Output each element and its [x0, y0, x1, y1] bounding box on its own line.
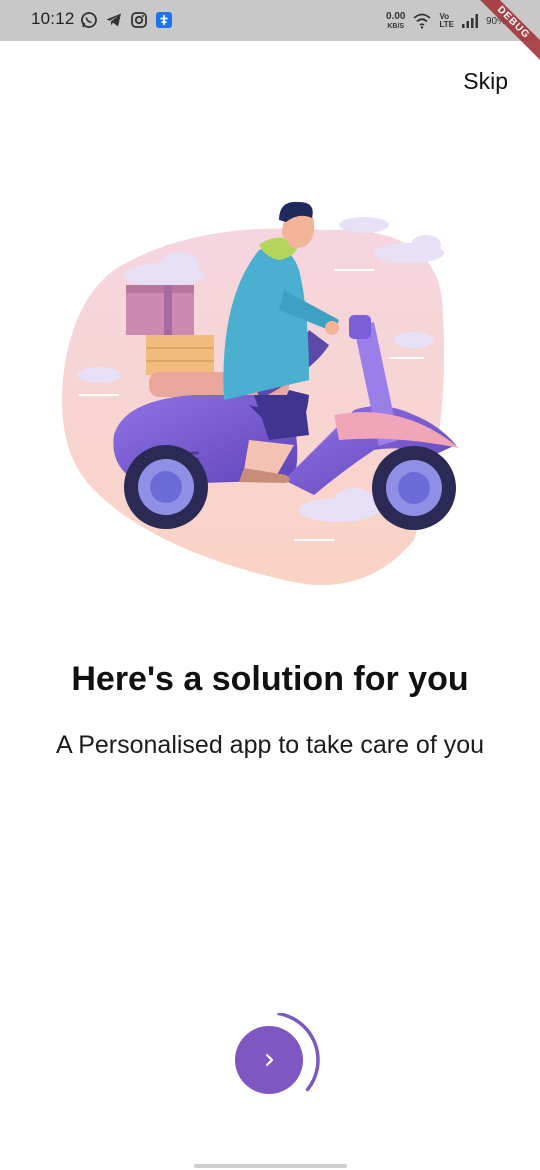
status-bar: 10:12 0.00 KB/S Vo LTE 90%: [0, 0, 540, 41]
network-speed: 0.00 KB/S: [386, 11, 406, 31]
notification-icons: [80, 10, 173, 30]
next-button-wrap: [226, 1013, 326, 1113]
onboarding-title: Here's a solution for you: [71, 660, 469, 698]
instagram-icon: [131, 12, 147, 28]
whatsapp-icon: [81, 12, 97, 28]
app-notification-icon: [156, 12, 172, 28]
telegram-icon: [106, 13, 121, 27]
home-indicator: [194, 1164, 347, 1168]
volte-indicator: Vo LTE: [439, 12, 454, 29]
battery-level: 90%: [485, 15, 506, 27]
system-icons: 0.00 KB/S Vo LTE 90%: [386, 9, 506, 33]
onboarding-subtitle: A Personalised app to take care of you: [55, 731, 485, 759]
wifi-icon: [413, 13, 432, 29]
status-time: 10:12: [31, 9, 75, 28]
delivery-scooter-illustration: [62, 201, 459, 585]
signal-icon: [461, 14, 478, 28]
next-button[interactable]: [235, 1026, 303, 1094]
skip-button[interactable]: Skip: [463, 68, 508, 95]
chevron-right-icon: [265, 1053, 274, 1067]
